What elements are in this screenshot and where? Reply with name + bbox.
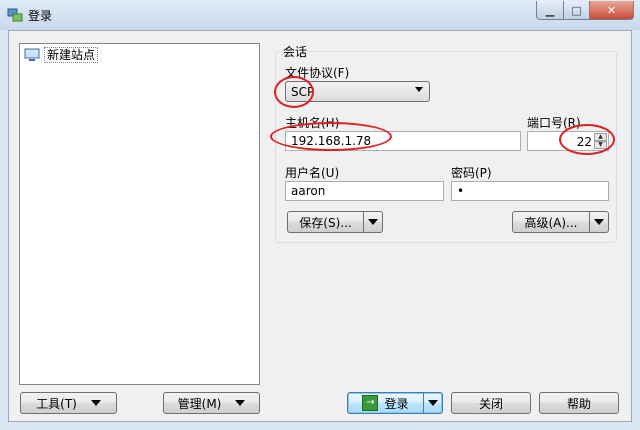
maximize-icon: □ [571,3,582,17]
minimize-icon: ▁ [545,3,555,17]
session-group-title: 会话 [281,43,310,60]
advanced-label: 高级(A)... [524,215,578,230]
dropdown-arrow-icon [235,400,246,406]
dropdown-arrow-icon [90,400,101,406]
login-label: 登录 [384,396,409,411]
tools-button[interactable]: 工具(T) [20,392,117,414]
tree-item-new-site[interactable]: 新建站点 [24,46,99,64]
close-icon: ✕ [606,3,617,17]
advanced-button[interactable]: 高级(A)... [512,211,609,233]
password-input[interactable]: • [451,181,609,201]
title-bar: 登录 ▁ □ ✕ [0,0,640,30]
login-icon: → [362,395,379,411]
site-tree[interactable]: 新建站点 [19,43,260,385]
save-dropdown[interactable] [364,212,382,232]
chevron-down-icon [415,87,423,92]
computer-icon [24,48,40,61]
dropdown-arrow-icon [368,219,378,225]
dialog-body: 新建站点 会话 文件协议(F) SCP 主机名(H) 192.168.1.78 … [8,30,632,422]
close-button[interactable]: 关闭 [451,392,531,414]
login-dropdown[interactable] [424,393,442,413]
user-input[interactable]: aaron [285,181,444,201]
manage-button[interactable]: 管理(M) [163,392,260,414]
login-button[interactable]: → 登录 [347,392,443,414]
help-label: 帮助 [566,396,591,411]
window-title: 登录 [28,9,53,23]
close-window-button[interactable]: ✕ [590,1,634,20]
winscp-app-icon [7,8,23,22]
advanced-dropdown[interactable] [590,212,608,232]
minimize-button[interactable]: ▁ [536,1,564,20]
close-label: 关闭 [478,396,503,411]
window-controls: ▁ □ ✕ [536,1,634,20]
password-label: 密码(P) [451,166,492,180]
save-label: 保存(S)... [299,215,352,230]
annotation-circle-protocol [274,76,314,108]
tree-item-label: 新建站点 [44,47,99,63]
annotation-circle-port [559,124,615,155]
help-button[interactable]: 帮助 [539,392,619,414]
save-button[interactable]: 保存(S)... [287,211,383,233]
annotation-circle-host [270,122,392,151]
user-label: 用户名(U) [285,166,340,180]
manage-label: 管理(M) [177,396,222,411]
maximize-button[interactable]: □ [564,1,590,20]
dropdown-arrow-icon [428,400,438,406]
dropdown-arrow-icon [594,219,604,225]
tools-label: 工具(T) [36,396,77,411]
